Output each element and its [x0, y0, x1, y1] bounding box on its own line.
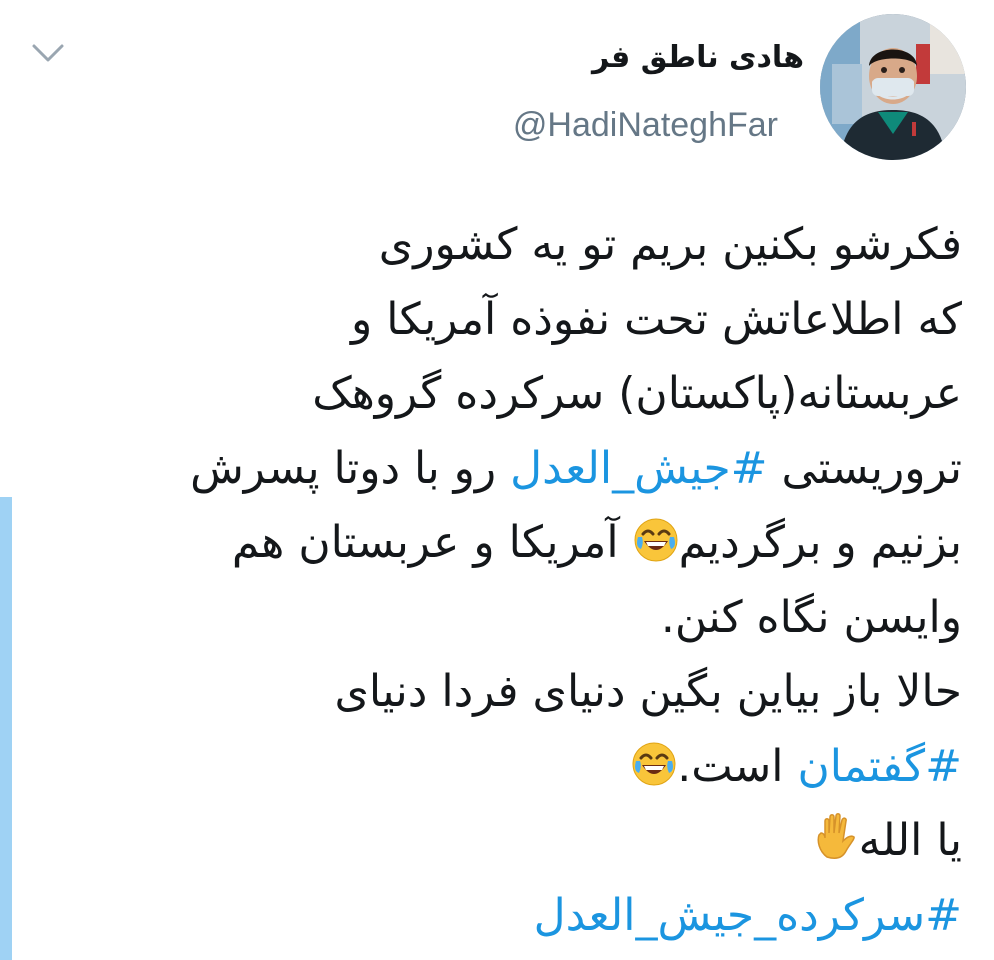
- left-accent-bar: [0, 497, 12, 960]
- tweet-text-segment: بزنیم و برگردیم: [678, 517, 962, 568]
- tweet-text: فکرشو بکنین بریم تو یه کشوری که اطلاعاتش…: [22, 208, 962, 953]
- tweet-text-segment: حالا باز بیاین بگین دنیای فردا دنیای: [334, 666, 962, 717]
- tweet-text-segment: وایسن نگاه کنن.: [660, 591, 962, 643]
- tweet-text-segment: عربستانه(پاکستان) سرکرده گروهک: [312, 368, 962, 419]
- tweet-line: فکرشو بکنین بریم تو یه کشوری: [22, 208, 962, 283]
- tweet-text-segment: که اطلاعاتش تحت نفوذه آمریکا و: [351, 293, 962, 345]
- chevron-down-icon[interactable]: [28, 38, 68, 66]
- tweet-text-segment: فکرشو بکنین بریم تو یه کشوری: [378, 219, 962, 270]
- tweet-text-segment: یا الله: [858, 815, 962, 866]
- laughing-emoji-icon: [634, 518, 678, 562]
- tweet-line: تروریستی #جیش_العدل رو با دوتا پسرش: [22, 432, 962, 507]
- display-name[interactable]: هادی ناطق فر: [592, 38, 804, 78]
- tweet-line: بزنیم و برگردیم آمریکا و عربستان هم: [22, 506, 962, 581]
- laughing-emoji-icon: [632, 742, 676, 785]
- avatar[interactable]: [820, 14, 966, 160]
- profile-photo-icon: [820, 14, 966, 160]
- hashtag-link[interactable]: #سرکرده_جیش_العدل: [534, 890, 962, 941]
- tweet-line: #گفتمان است.: [22, 730, 962, 805]
- tweet-line: یا الله: [22, 804, 962, 879]
- tweet-text-segment: تروریستی: [767, 442, 962, 494]
- hashtag-link[interactable]: #گفتمان: [797, 741, 962, 792]
- tweet-line: #سرکرده_جیش_العدل: [22, 879, 962, 954]
- tweet-text-segment: آمریکا و عربستان هم: [231, 517, 633, 568]
- tweet-text-segment: است.: [677, 740, 798, 792]
- raised-hand-emoji-icon: [817, 813, 855, 859]
- tweet-line: وایسن نگاه کنن.: [22, 581, 962, 656]
- tweet-line: عربستانه(پاکستان) سرکرده گروهک: [22, 357, 962, 432]
- tweet-text-segment: رو با دوتا پسرش: [190, 442, 511, 494]
- tweet-line: حالا باز بیاین بگین دنیای فردا دنیای: [22, 655, 962, 730]
- user-handle[interactable]: @HadiNateghFar: [513, 104, 778, 146]
- hashtag-link[interactable]: #جیش_العدل: [510, 443, 767, 494]
- tweet-line: که اطلاعاتش تحت نفوذه آمریکا و: [22, 283, 962, 358]
